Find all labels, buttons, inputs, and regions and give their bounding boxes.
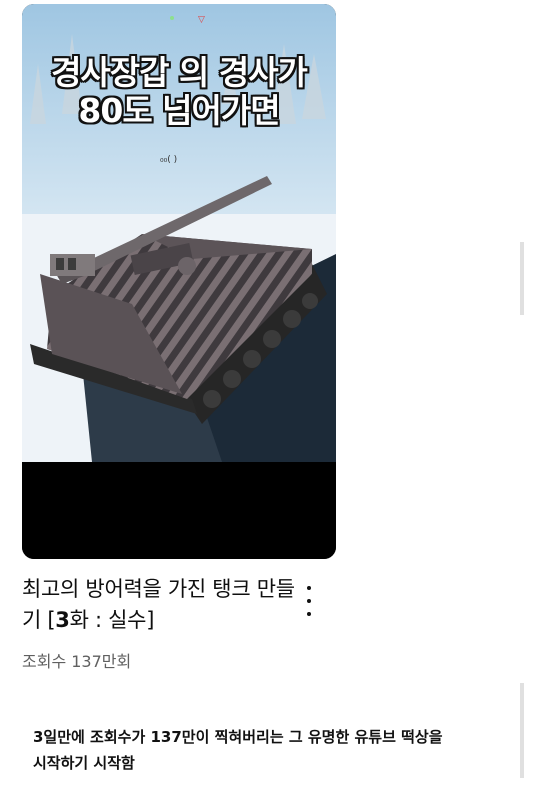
video-title[interactable]: 최고의 방어력을 가진 탱크 만들기 [3화 : 실수] <box>22 574 297 636</box>
ellipsis-dot <box>307 599 311 603</box>
post-caption: 3일만에 조회수가 137만이 찍혀버리는 그 유명한 유튜브 떡상을 시작하기… <box>33 724 513 776</box>
scroll-indicator <box>520 683 524 778</box>
title-episode: 3 <box>55 608 70 632</box>
caption-line1: 3일만에 조회수가 137만이 찍혀버리는 그 유명한 유튜브 떡상을 <box>33 728 443 746</box>
thumbnail-overlay-line2: 80도 넘어가면 <box>78 91 280 130</box>
vertical-ellipsis-icon <box>307 586 311 590</box>
scroll-indicator <box>520 242 524 315</box>
thumbnail-letterbox <box>22 462 336 559</box>
thumbnail-overlay-line1: 경사장갑 의 경사가 <box>51 53 308 92</box>
caption-line2: 시작하기 시작함 <box>33 754 135 772</box>
video-thumbnail[interactable]: ▽ ₀₀( ) 경사장갑 의 경사가 80도 넘어가면 <box>22 4 336 559</box>
svg-text:₀₀( ): ₀₀( ) <box>160 155 177 165</box>
view-count: 조회수 137만회 <box>22 652 132 671</box>
svg-text:▽: ▽ <box>198 15 205 25</box>
ellipsis-dot <box>307 612 311 616</box>
title-part2: 화 : 실수] <box>69 608 155 632</box>
more-options-button[interactable] <box>298 586 320 616</box>
